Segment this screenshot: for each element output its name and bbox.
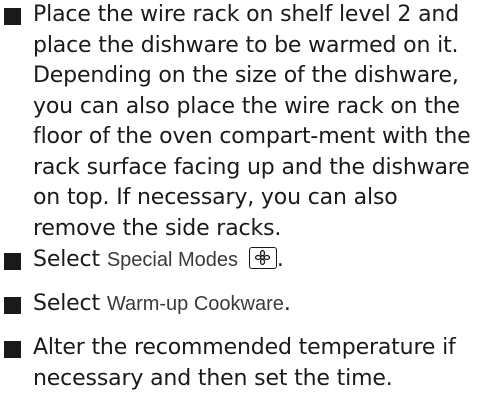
instruction-step-1: Place the wire rack on shelf level 2 and… — [2, 0, 478, 244]
special-modes-term: Special Modes — [106, 249, 238, 271]
bullet-square-icon — [4, 253, 21, 270]
bullet-square-icon — [4, 8, 21, 25]
instruction-step-2: Select Special Modes . — [2, 245, 478, 276]
special-modes-icon — [248, 247, 277, 269]
instruction-suffix: . — [283, 291, 291, 316]
instruction-step-3: Select Warm-up Cookware. — [2, 289, 478, 320]
bullet-square-icon — [4, 341, 21, 358]
flower-icon — [254, 250, 270, 265]
bullet-square-icon — [4, 297, 21, 314]
instruction-prefix: Select — [33, 247, 107, 272]
instruction-text: Alter the recommended temperature if nec… — [33, 335, 456, 391]
instruction-suffix: . — [276, 247, 284, 272]
instruction-text: Place the wire rack on shelf level 2 and… — [33, 2, 471, 241]
warm-up-cookware-term: Warm-up Cookware — [106, 293, 284, 315]
instruction-prefix: Select — [33, 291, 107, 316]
instruction-step-4: Alter the recommended temperature if nec… — [2, 333, 478, 394]
